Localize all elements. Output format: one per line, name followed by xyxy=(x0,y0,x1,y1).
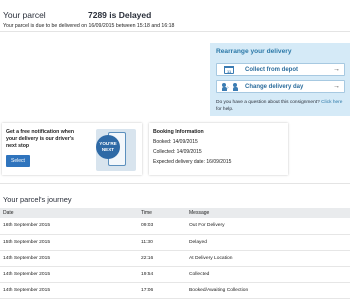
row-time: 19:54 xyxy=(138,266,186,283)
journey-divider xyxy=(0,183,350,184)
youre-next-label: YOU'RE NEXT xyxy=(96,135,120,159)
row-date: 15th September 2015 xyxy=(0,234,138,251)
row-time: 09:03 xyxy=(138,218,186,235)
rearrange-title: Rearrange your delivery xyxy=(216,48,292,55)
journey-title: Your parcel's journey xyxy=(3,195,72,204)
page-title: Your parcel xyxy=(3,10,46,20)
column-header-date: Date xyxy=(0,208,138,218)
help-link[interactable]: Click here xyxy=(321,100,342,105)
row-message: Booked/Awaiting Collection xyxy=(186,282,350,299)
table-row: 16th September 2015 09:03 Out For Delive… xyxy=(0,218,350,235)
parcel-status: 7289 is Delayed xyxy=(88,10,152,20)
collect-from-depot-label: Collect from depot xyxy=(245,66,299,73)
table-row: 15th September 2015 11:30 Delayed xyxy=(0,234,350,251)
row-time: 22:16 xyxy=(138,250,186,267)
row-date: 14th September 2015 xyxy=(0,250,138,267)
table-row: 14th September 2015 19:54 Collected xyxy=(0,266,350,283)
row-time: 11:30 xyxy=(138,234,186,251)
help-text: Do you have a question about this consig… xyxy=(216,100,343,112)
table-row: 14th September 2015 17:06 Booked/Awaitin… xyxy=(0,282,350,299)
journey-table: Date Time Message 16th September 2015 09… xyxy=(0,208,350,299)
row-message: Out For Delivery xyxy=(186,218,350,235)
change-delivery-day-button[interactable]: › Change delivery day → xyxy=(216,80,345,93)
row-message: Collected xyxy=(186,266,350,283)
row-date: 14th September 2015 xyxy=(0,282,138,299)
rearrange-panel: Rearrange your delivery 11 Collect from … xyxy=(210,43,350,116)
row-date: 14th September 2015 xyxy=(0,266,138,283)
row-time: 17:06 xyxy=(138,282,186,299)
delivery-window-text: Your parcel is due to be delivered on 16… xyxy=(3,23,175,29)
page-header: Your parcel 7289 is Delayed Your parcel … xyxy=(0,0,350,32)
header-divider xyxy=(0,31,350,32)
row-message: At Delivery Location xyxy=(186,250,350,267)
row-message: Delayed xyxy=(186,234,350,251)
expected-delivery-date: Expected delivery date: 16/09/2015 xyxy=(153,159,232,165)
collected-date: Collected: 14/09/2015 xyxy=(153,149,202,155)
table-row: 14th September 2015 22:16 At Delivery Lo… xyxy=(0,250,350,267)
arrow-right-icon: → xyxy=(333,66,340,73)
table-header-row: Date Time Message xyxy=(0,208,350,218)
booking-title: Booking Information xyxy=(153,129,204,135)
youre-next-badge: YOU'RE NEXT xyxy=(96,129,136,171)
calendar-icon: 11 xyxy=(224,66,234,74)
collect-from-depot-button[interactable]: 11 Collect from depot → xyxy=(216,63,345,76)
column-header-time: Time xyxy=(138,208,186,218)
swap-people-icon: › xyxy=(221,83,238,91)
row-date: 16th September 2015 xyxy=(0,218,138,235)
select-notification-button[interactable]: Select xyxy=(6,155,30,167)
column-header-message: Message xyxy=(186,208,350,218)
notification-card: Get a free notification when your delive… xyxy=(2,123,142,175)
booking-information-card: Booking Information Booked: 14/09/2015 C… xyxy=(149,123,288,175)
notification-text: Get a free notification when your delive… xyxy=(6,129,75,149)
change-delivery-day-label: Change delivery day xyxy=(245,83,304,90)
booked-date: Booked: 14/09/2015 xyxy=(153,139,198,145)
arrow-right-icon: → xyxy=(333,83,340,90)
